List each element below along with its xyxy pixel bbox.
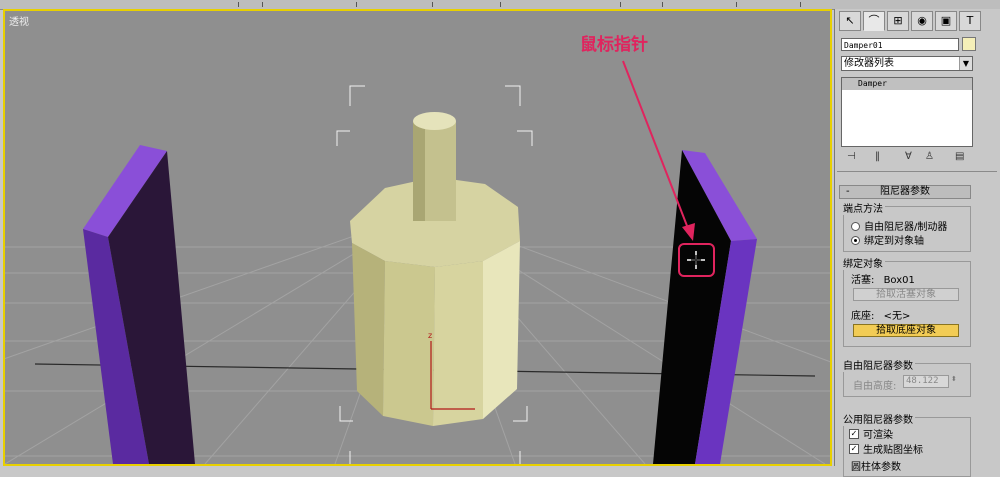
motion-icon[interactable]: ◉ [911,11,933,31]
remove-modifier-icon[interactable]: ♙ [925,151,934,162]
pick-base-button[interactable]: 拾取底座对象 [853,324,959,337]
modifier-list-label: 修改器列表 [844,58,894,69]
annotation-label: 鼠标指针 [580,35,648,55]
renderable-label: 可渲染 [863,430,893,441]
create-icon[interactable]: ↖ [839,11,861,31]
gen-mapping-checkbox[interactable]: ✓ 生成贴图坐标 [849,441,923,456]
configure-sets-icon[interactable]: ▤ [955,151,964,162]
modifier-stack[interactable]: Damper [841,77,973,147]
viewport-scene: z [5,60,830,464]
svg-text:z: z [428,331,432,340]
viewport-label[interactable]: 透视 [9,13,29,28]
stack-toolbar: ⊣ ‖ ∀ ♙ ▤ [843,151,973,165]
radio-free-damper[interactable]: 自由阻尼器/制动器 [851,218,947,233]
damper-params-rollout-header[interactable]: - 阻尼器参数 [839,185,971,199]
pin-stack-icon[interactable]: ⊣ [847,151,856,162]
piston-label: 活塞: [851,275,875,286]
radio-icon [851,221,860,231]
left-purple-box[interactable] [83,145,195,464]
modifier-list-dropdown[interactable]: 修改器列表 ▼ [841,56,973,71]
radio-selected-icon [851,235,860,245]
piston-row: 活塞: Box01 [851,271,915,286]
endpoint-method-title: 端点方法 [841,200,885,215]
display-icon[interactable]: ▣ [935,11,957,31]
hierarchy-icon[interactable]: ⊞ [887,11,909,31]
perspective-viewport[interactable]: z 透视 [3,9,832,466]
piston-value: Box01 [883,275,915,286]
divider [837,171,997,172]
damper-cylinder[interactable] [350,112,520,426]
chevron-down-icon: ▼ [959,57,972,70]
command-panel: ↖ ⌒ ⊞ ◉ ▣ T Damper01 修改器列表 ▼ Damper ⊣ ‖ … [834,9,1000,477]
base-value: <无> [883,311,911,322]
free-height-label: 自由高度: [853,381,897,392]
gen-mapping-label: 生成贴图坐标 [863,445,923,456]
right-purple-box[interactable] [653,150,757,464]
modify-icon[interactable]: ⌒ [863,11,885,31]
renderable-checkbox[interactable]: ✓ 可渲染 [849,426,893,441]
base-row: 底座: <无> [851,307,910,322]
object-name-field[interactable]: Damper01 [841,38,959,51]
make-unique-icon[interactable]: ∀ [905,151,912,162]
free-damper-params-title: 自由阻尼器参数 [841,357,915,372]
rollout-title: 阻尼器参数 [880,186,930,197]
pick-piston-button[interactable]: 拾取活塞对象 [853,288,959,301]
binding-objects-title: 绑定对象 [841,255,885,270]
rollout-collapse-icon: - [846,186,850,197]
checkmark-icon: ✓ [849,444,859,454]
free-height-spinner[interactable]: 48.122 [903,375,949,388]
base-label: 底座: [851,311,875,322]
checkmark-icon: ✓ [849,429,859,439]
utilities-icon[interactable]: T [959,11,981,31]
radio-bind-to-pivots-label: 绑定到对象轴 [864,236,924,247]
stack-item[interactable]: Damper [842,78,972,90]
spinner-arrows-icon[interactable]: ⬍ [951,375,957,383]
object-color-swatch[interactable] [962,37,976,51]
common-damper-params-title: 公用阻尼器参数 [841,411,915,426]
show-end-result-icon[interactable]: ‖ [875,151,880,162]
radio-bind-to-pivots[interactable]: 绑定到对象轴 [851,232,924,247]
